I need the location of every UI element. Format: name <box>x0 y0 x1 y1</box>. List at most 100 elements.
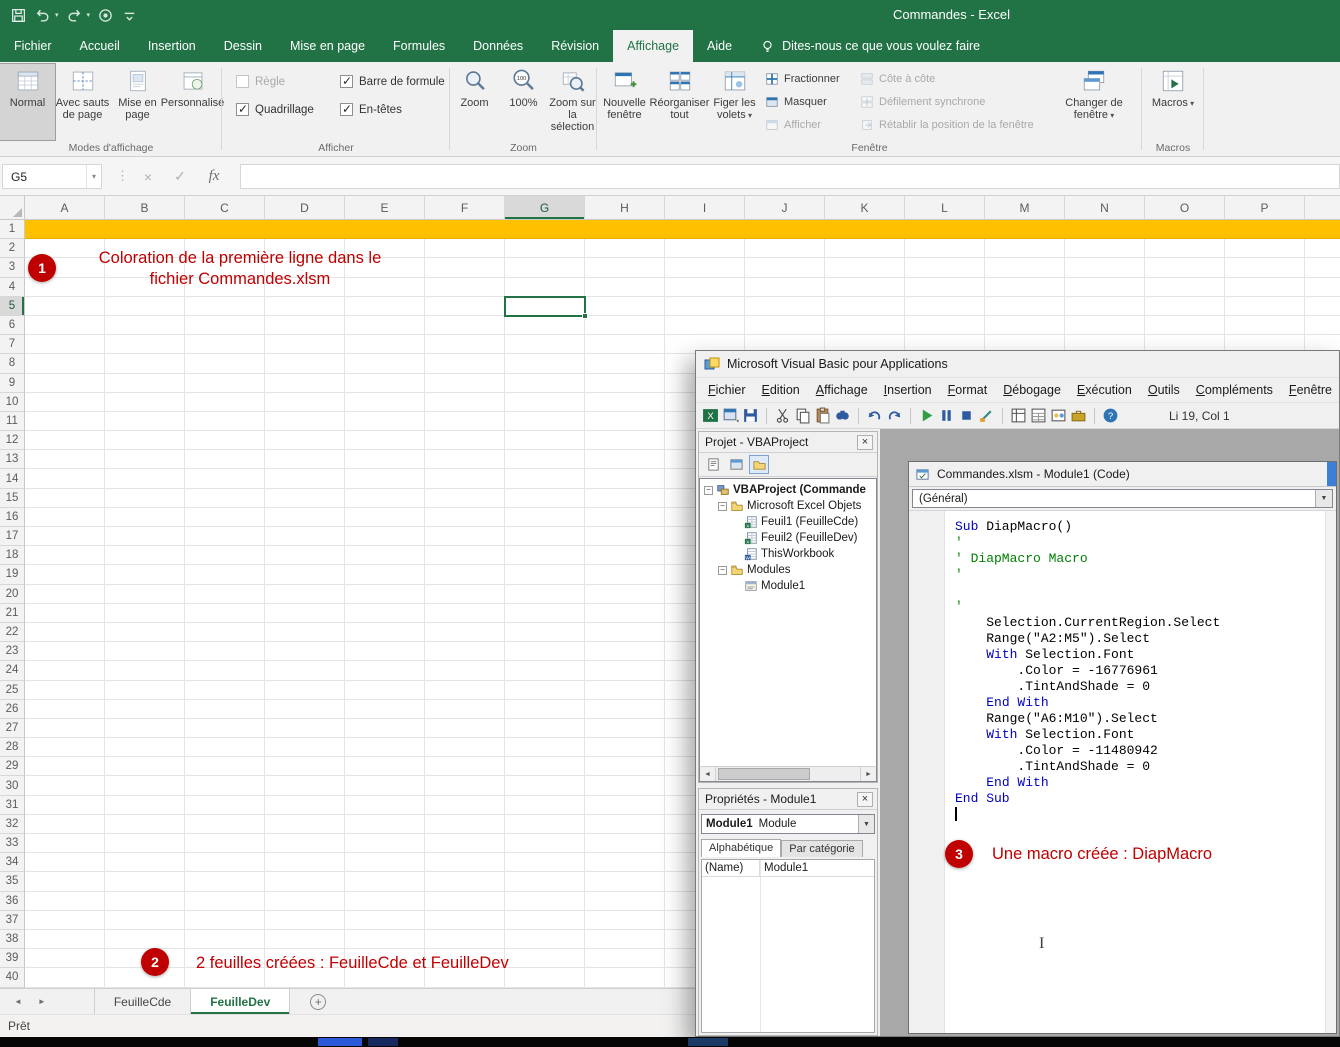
row-header-22[interactable]: 22 <box>0 623 25 642</box>
cell-f3[interactable] <box>425 258 505 277</box>
cell-a27[interactable] <box>25 719 105 738</box>
cell-a29[interactable] <box>25 757 105 776</box>
cell-c37[interactable] <box>185 911 265 930</box>
cell-e1[interactable] <box>345 220 425 239</box>
name-box[interactable]: G5 ▾ <box>2 164 102 189</box>
cell-k3[interactable] <box>825 258 905 277</box>
taskbar-icon[interactable] <box>368 1038 398 1046</box>
cell-g7[interactable] <box>505 335 585 354</box>
tree-item-thisworkbook[interactable]: WThisWorkbook <box>700 546 876 562</box>
cell-h22[interactable] <box>585 623 665 642</box>
cell-b25[interactable] <box>105 681 185 700</box>
vba-menu-outils[interactable]: Outils <box>1140 383 1188 397</box>
cell-f19[interactable] <box>425 565 505 584</box>
cell-c16[interactable] <box>185 508 265 527</box>
properties-window-icon[interactable] <box>1030 407 1047 424</box>
cell-c25[interactable] <box>185 681 265 700</box>
tell-me-box[interactable]: Dites-nous ce que vous voulez faire <box>760 30 980 62</box>
cell-h26[interactable] <box>585 700 665 719</box>
cell-f27[interactable] <box>425 719 505 738</box>
cell-g37[interactable] <box>505 911 585 930</box>
cell-h31[interactable] <box>585 796 665 815</box>
cell-h28[interactable] <box>585 738 665 757</box>
cell-h14[interactable] <box>585 469 665 488</box>
macros-button[interactable]: Macros ▾ <box>1146 64 1201 140</box>
cell-h30[interactable] <box>585 776 665 795</box>
row-header-21[interactable]: 21 <box>0 604 25 623</box>
tree-item-feuil1-feuillecde[interactable]: XFeuil1 (FeuilleCde) <box>700 514 876 530</box>
cell-m1[interactable] <box>985 220 1065 239</box>
cell-k5[interactable] <box>825 297 905 316</box>
cell-a7[interactable] <box>25 335 105 354</box>
cell-h36[interactable] <box>585 892 665 911</box>
cell-g1[interactable] <box>505 220 585 239</box>
cell-d33[interactable] <box>265 834 345 853</box>
tab-insertion[interactable]: Insertion <box>134 30 210 62</box>
cell-e35[interactable] <box>345 872 425 891</box>
defilement-synchrone-button[interactable]: Défilement synchrone <box>857 90 1062 113</box>
row-header-35[interactable]: 35 <box>0 872 25 891</box>
new-sheet-button[interactable]: + <box>310 994 326 1010</box>
cell-a24[interactable] <box>25 661 105 680</box>
cell-e24[interactable] <box>345 661 425 680</box>
row-header-19[interactable]: 19 <box>0 565 25 584</box>
cell-d12[interactable] <box>265 431 345 450</box>
cell-i3[interactable] <box>665 258 745 277</box>
tree-item-vbaproject-commande[interactable]: −VBAProject (Commande <box>700 482 876 498</box>
cell-c21[interactable] <box>185 604 265 623</box>
cell-d38[interactable] <box>265 930 345 949</box>
cell-f11[interactable] <box>425 412 505 431</box>
cell-e22[interactable] <box>345 623 425 642</box>
cell-e19[interactable] <box>345 565 425 584</box>
cell-e31[interactable] <box>345 796 425 815</box>
cell-f35[interactable] <box>425 872 505 891</box>
cell-l3[interactable] <box>905 258 985 277</box>
chevron-down-icon[interactable]: ▼ <box>858 815 874 833</box>
vbe-save-icon[interactable] <box>742 407 759 424</box>
cell-e16[interactable] <box>345 508 425 527</box>
cell-g13[interactable] <box>505 450 585 469</box>
code-line[interactable]: .Color = -16776961 <box>955 663 1220 679</box>
row-header-7[interactable]: 7 <box>0 335 25 354</box>
cell-a38[interactable] <box>25 930 105 949</box>
cell-m6[interactable] <box>985 316 1065 335</box>
vba-menu-format[interactable]: Format <box>940 383 996 397</box>
cell-e11[interactable] <box>345 412 425 431</box>
cell-f26[interactable] <box>425 700 505 719</box>
column-header-a[interactable]: A <box>25 196 105 220</box>
cell-p3[interactable] <box>1225 258 1305 277</box>
cell-d10[interactable] <box>265 393 345 412</box>
cell-p6[interactable] <box>1225 316 1305 335</box>
cell-f2[interactable] <box>425 239 505 258</box>
cell-d35[interactable] <box>265 872 345 891</box>
cell-f15[interactable] <box>425 489 505 508</box>
cell-a20[interactable] <box>25 585 105 604</box>
cell-c14[interactable] <box>185 469 265 488</box>
cell-c20[interactable] <box>185 585 265 604</box>
cell-g12[interactable] <box>505 431 585 450</box>
cell-e15[interactable] <box>345 489 425 508</box>
cell-h11[interactable] <box>585 412 665 431</box>
cell-p2[interactable] <box>1225 239 1305 258</box>
cell-g30[interactable] <box>505 776 585 795</box>
cell-n3[interactable] <box>1065 258 1145 277</box>
save-icon[interactable] <box>10 7 27 24</box>
checkbox-en-tetes[interactable]: En-têtes <box>340 103 445 116</box>
row-header-23[interactable]: 23 <box>0 642 25 661</box>
cell-g28[interactable] <box>505 738 585 757</box>
cell-a32[interactable] <box>25 815 105 834</box>
vbe-excel-icon[interactable]: X <box>702 407 719 424</box>
tree-item-microsoft-excel-objets[interactable]: −Microsoft Excel Objets <box>700 498 876 514</box>
cell-q3[interactable] <box>1305 258 1340 277</box>
cell-b34[interactable] <box>105 853 185 872</box>
cell-e5[interactable] <box>345 297 425 316</box>
undo-dropdown-icon[interactable]: ▾ <box>55 11 59 19</box>
cell-b30[interactable] <box>105 776 185 795</box>
cell-g33[interactable] <box>505 834 585 853</box>
cell-d11[interactable] <box>265 412 345 431</box>
cell-h13[interactable] <box>585 450 665 469</box>
cell-c10[interactable] <box>185 393 265 412</box>
row-header-3[interactable]: 3 <box>0 258 25 277</box>
cell-o6[interactable] <box>1145 316 1225 335</box>
cell-j2[interactable] <box>745 239 825 258</box>
